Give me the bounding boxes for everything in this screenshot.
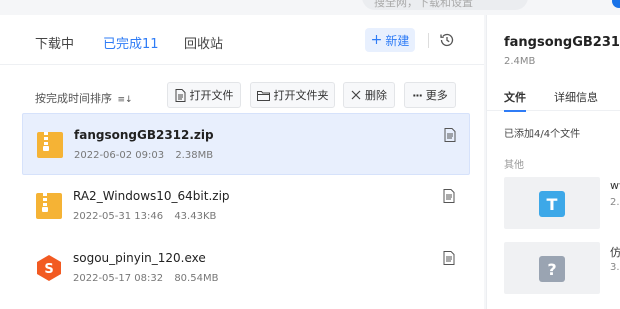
tab-files[interactable]: 文件 <box>504 89 526 112</box>
file-icon <box>175 88 185 102</box>
list-item[interactable]: S sogou_pinyin_120.exe 2022-05-17 08:32 … <box>22 237 470 299</box>
divider <box>428 33 429 48</box>
details-tabs: 文件 详细信息 <box>487 87 620 112</box>
file-date: 2022-05-31 13:46 <box>73 211 164 222</box>
more-label: 更多 <box>425 89 448 102</box>
sort-label: 按完成时间排序 <box>35 92 112 105</box>
sort-dropdown[interactable]: 按完成时间排序 ≡↓ <box>35 90 133 106</box>
item-size: 3.8 <box>610 262 620 273</box>
tab-completed[interactable]: 已完成11 <box>103 33 159 52</box>
item-size: 2.5 <box>610 197 620 208</box>
more-icon: ··· <box>412 88 423 102</box>
history-icon[interactable] <box>438 31 456 49</box>
new-download-button[interactable]: + 新建 <box>365 28 415 52</box>
tab-downloading[interactable]: 下载中 <box>35 33 74 52</box>
details-panel: fangsongGB2312.zip 2.4MB 文件 详细信息 已添加4/4个… <box>486 15 620 309</box>
tab-details[interactable]: 详细信息 <box>554 89 598 105</box>
added-count: 已添加4/4个文件 <box>504 129 581 140</box>
file-meta: 2022-05-17 08:32 80.54MB <box>73 273 218 284</box>
file-meta: 2022-06-02 09:03 2.38MB <box>74 150 213 161</box>
tab-recycle-bin[interactable]: 回收站 <box>184 33 223 52</box>
more-button[interactable]: ··· 更多 <box>404 82 456 108</box>
file-thumbnail[interactable]: ? <box>504 242 600 294</box>
file-name: RA2_Windows10_64bit.zip <box>73 189 230 203</box>
file-name: sogou_pinyin_120.exe <box>73 251 206 265</box>
open-folder-button[interactable]: 打开文件夹 <box>250 82 335 108</box>
download-list-panel: 下载中 已完成11 回收站 + 新建 按完成时间排序 ≡↓ 打开文件 打开文件夹… <box>0 15 484 309</box>
details-title: fangsongGB2312.zip <box>504 35 620 50</box>
close-icon <box>351 90 361 100</box>
item-name: 仿 <box>610 246 620 259</box>
file-size: 80.54MB <box>174 273 219 284</box>
file-size: 43.43KB <box>174 211 217 222</box>
sogou-icon: S <box>37 255 61 281</box>
delete-button[interactable]: 删除 <box>343 82 395 108</box>
delete-label: 删除 <box>365 89 387 102</box>
download-tabs: 下载中 已完成11 回收站 + 新建 <box>0 15 484 65</box>
file-date: 2022-06-02 09:03 <box>74 150 165 161</box>
file-toolbar: 按完成时间排序 ≡↓ 打开文件 打开文件夹 删除 ··· 更多 <box>0 81 484 111</box>
document-icon[interactable] <box>443 189 455 203</box>
document-icon[interactable] <box>444 128 456 142</box>
top-strip: 搜全网，下载和设置 <box>0 0 620 15</box>
other-section-label: 其他 <box>504 160 524 171</box>
text-file-icon: T <box>539 191 565 217</box>
svg-text:S: S <box>44 262 53 277</box>
sort-icon: ≡↓ <box>117 95 133 105</box>
file-size: 2.38MB <box>175 150 214 161</box>
account-icon[interactable] <box>612 0 620 8</box>
open-file-label: 打开文件 <box>189 89 234 102</box>
details-size: 2.4MB <box>504 56 536 67</box>
zip-icon <box>36 193 62 219</box>
file-name: fangsongGB2312.zip <box>74 128 214 142</box>
search-input[interactable]: 搜全网，下载和设置 <box>362 0 528 10</box>
open-file-button[interactable]: 打开文件 <box>167 82 241 108</box>
folder-icon <box>256 90 270 101</box>
list-item[interactable]: fangsongGB2312.zip 2022-06-02 09:03 2.38… <box>22 113 470 175</box>
file-thumbnail[interactable]: T <box>504 177 600 229</box>
item-name: ww <box>610 179 620 192</box>
file-list: fangsongGB2312.zip 2022-06-02 09:03 2.38… <box>22 113 470 299</box>
search-placeholder: 搜全网，下载和设置 <box>374 0 473 9</box>
document-icon[interactable] <box>443 251 455 265</box>
plus-icon: + <box>370 32 383 48</box>
download-manager-window: 搜全网，下载和设置 下载中 已完成11 回收站 + 新建 按完成时间排序 ≡↓ <box>0 0 620 309</box>
new-button-label: 新建 <box>385 33 410 48</box>
file-date: 2022-05-17 08:32 <box>73 273 164 284</box>
open-folder-label: 打开文件夹 <box>273 89 329 102</box>
unknown-file-icon: ? <box>539 256 565 282</box>
zip-icon <box>37 132 63 158</box>
list-item[interactable]: RA2_Windows10_64bit.zip 2022-05-31 13:46… <box>22 175 470 237</box>
file-meta: 2022-05-31 13:46 43.43KB <box>73 211 216 222</box>
